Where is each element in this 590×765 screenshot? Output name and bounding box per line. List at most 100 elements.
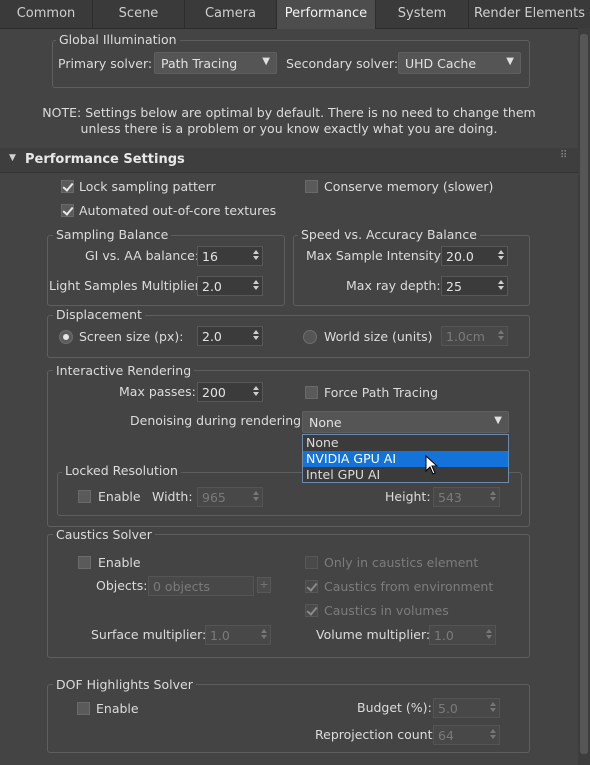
speed-accuracy-title: Speed vs. Accuracy Balance <box>298 227 480 242</box>
out-of-core-checkbox[interactable] <box>61 204 74 217</box>
triangle-down-icon: ▼ <box>9 153 16 163</box>
gi-aa-balance-value: 16 <box>202 249 218 264</box>
screen-size-value: 2.0 <box>202 329 222 344</box>
spinner-arrows-icon[interactable] <box>259 627 268 643</box>
dof-enable-checkbox[interactable] <box>77 702 90 715</box>
spinner-arrows-icon[interactable] <box>251 328 260 344</box>
world-size-radio[interactable] <box>303 330 317 344</box>
spinner-arrows-icon[interactable] <box>496 328 505 344</box>
screen-size-spinner[interactable]: 2.0 <box>197 326 263 346</box>
max-passes-spinner[interactable]: 200 <box>197 382 263 402</box>
light-samples-spinner[interactable]: 2.0 <box>197 276 263 296</box>
caustics-enable-label: Enable <box>98 555 141 570</box>
max-sample-intensity-label: Max Sample Intensity: <box>306 248 445 263</box>
surface-multiplier-spinner[interactable]: 1.0 <box>205 625 271 645</box>
global-illumination-title: Global Illumination <box>56 32 180 47</box>
light-samples-value: 2.0 <box>202 279 222 294</box>
dof-highlights-title: DOF Highlights Solver <box>53 677 196 692</box>
tab-system[interactable]: System <box>376 0 469 28</box>
only-caustics-label: Only in caustics element <box>324 555 479 570</box>
primary-solver-value: Path Tracing <box>161 56 238 71</box>
spinner-arrows-icon[interactable] <box>488 489 497 505</box>
tab-performance[interactable]: Performance <box>277 0 376 29</box>
spinner-arrows-icon[interactable] <box>251 278 260 294</box>
max-sample-intensity-spinner[interactable]: 20.0 <box>441 246 508 266</box>
tab-render-elements[interactable]: Render Elements <box>469 0 590 28</box>
surface-multiplier-label: Surface multiplier: <box>91 627 207 642</box>
force-path-tracing-checkbox[interactable] <box>305 386 318 399</box>
performance-settings-header[interactable]: ▼ Performance Settings ⠿ <box>0 148 578 173</box>
world-size-label: World size (units) <box>324 329 433 344</box>
caustics-from-env-checkbox[interactable] <box>305 580 318 593</box>
locked-resolution-enable-checkbox[interactable] <box>78 490 91 503</box>
volume-multiplier-value: 1.0 <box>434 628 454 643</box>
denoising-dropdown[interactable]: None ▼ <box>302 411 509 433</box>
lock-sampling-checkbox[interactable] <box>61 180 74 193</box>
spinner-arrows-icon[interactable] <box>488 700 497 716</box>
chevron-down-icon: ▼ <box>262 56 270 67</box>
secondary-solver-value: UHD Cache <box>405 56 477 71</box>
max-sample-intensity-value: 20.0 <box>446 249 474 264</box>
primary-solver-label: Primary solver: <box>58 56 153 71</box>
world-size-spinner[interactable]: 1.0cm <box>441 326 508 346</box>
max-ray-depth-value: 25 <box>446 279 462 294</box>
out-of-core-label: Automated out-of-core textures <box>79 203 277 218</box>
budget-value: 5.0 <box>438 701 458 716</box>
performance-settings-title: Performance Settings <box>25 152 185 167</box>
add-objects-button[interactable]: + <box>257 577 271 593</box>
locked-resolution-enable-label: Enable <box>98 489 141 504</box>
note-line-2: unless there is a problem or you know ex… <box>80 121 498 136</box>
denoising-option-intel[interactable]: Intel GPU AI <box>303 467 508 483</box>
denoising-option-nvidia[interactable]: NVIDIA GPU AI <box>303 451 508 467</box>
spinner-arrows-icon[interactable] <box>251 384 260 400</box>
spinner-arrows-icon[interactable] <box>484 627 493 643</box>
mouse-pointer-icon <box>425 455 439 475</box>
vertical-scrollbar[interactable] <box>578 28 590 765</box>
conserve-memory-checkbox[interactable] <box>305 180 318 193</box>
spinner-arrows-icon[interactable] <box>251 248 260 264</box>
caustics-enable-checkbox[interactable] <box>78 556 91 569</box>
light-samples-label: Light Samples Multiplier: <box>49 278 204 293</box>
objects-exclude-value: 0 objects exclude <box>153 579 210 595</box>
budget-spinner[interactable]: 5.0 <box>433 698 500 718</box>
spinner-arrows-icon[interactable] <box>488 727 497 743</box>
height-label: Height: <box>385 489 431 504</box>
caustics-in-volumes-checkbox[interactable] <box>305 604 318 617</box>
denoising-options-list: None NVIDIA GPU AI Intel GPU AI <box>302 434 509 483</box>
reprojection-count-label: Reprojection count: <box>315 727 437 742</box>
volume-multiplier-spinner[interactable]: 1.0 <box>429 625 496 645</box>
scrollbar-thumb[interactable] <box>580 34 588 754</box>
tab-camera[interactable]: Camera <box>185 0 277 28</box>
objects-exclude-field[interactable]: 0 objects exclude <box>148 576 254 596</box>
lock-sampling-label: Lock sampling patterr <box>79 179 216 194</box>
height-value: 543 <box>438 490 462 505</box>
screen-size-radio[interactable] <box>59 330 73 344</box>
width-value: 965 <box>202 490 226 505</box>
grip-dots-icon[interactable]: ⠿ <box>560 150 567 161</box>
secondary-solver-dropdown[interactable]: UHD Cache ▼ <box>398 52 521 74</box>
objects-label: Objects: <box>96 578 148 593</box>
secondary-solver-label: Secondary solver: <box>286 56 399 71</box>
denoising-option-none[interactable]: None <box>303 435 508 451</box>
world-size-value: 1.0cm <box>446 329 485 344</box>
reprojection-count-spinner[interactable]: 64 <box>433 725 500 745</box>
note-line-1: NOTE: Settings below are optimal by defa… <box>42 105 536 120</box>
tab-scene[interactable]: Scene <box>93 0 185 28</box>
screen-size-label: Screen size (px): <box>79 329 184 344</box>
spinner-arrows-icon[interactable] <box>496 278 505 294</box>
caustics-in-volumes-label: Caustics in volumes <box>324 603 449 618</box>
height-spinner[interactable]: 543 <box>433 487 500 507</box>
conserve-memory-label: Conserve memory (slower) <box>324 179 494 194</box>
only-caustics-checkbox[interactable] <box>305 556 318 569</box>
denoising-label: Denoising during rendering: <box>130 413 306 428</box>
gi-aa-balance-spinner[interactable]: 16 <box>197 246 263 266</box>
width-spinner[interactable]: 965 <box>197 487 263 507</box>
tab-common[interactable]: Common <box>0 0 93 28</box>
spinner-arrows-icon[interactable] <box>251 489 260 505</box>
primary-solver-dropdown[interactable]: Path Tracing ▼ <box>154 52 277 74</box>
max-ray-depth-spinner[interactable]: 25 <box>441 276 508 296</box>
spinner-arrows-icon[interactable] <box>496 248 505 264</box>
caustics-from-env-label: Caustics from environment <box>324 579 494 594</box>
volume-multiplier-label: Volume multiplier: <box>316 627 431 642</box>
max-ray-depth-label: Max ray depth: <box>346 278 441 293</box>
